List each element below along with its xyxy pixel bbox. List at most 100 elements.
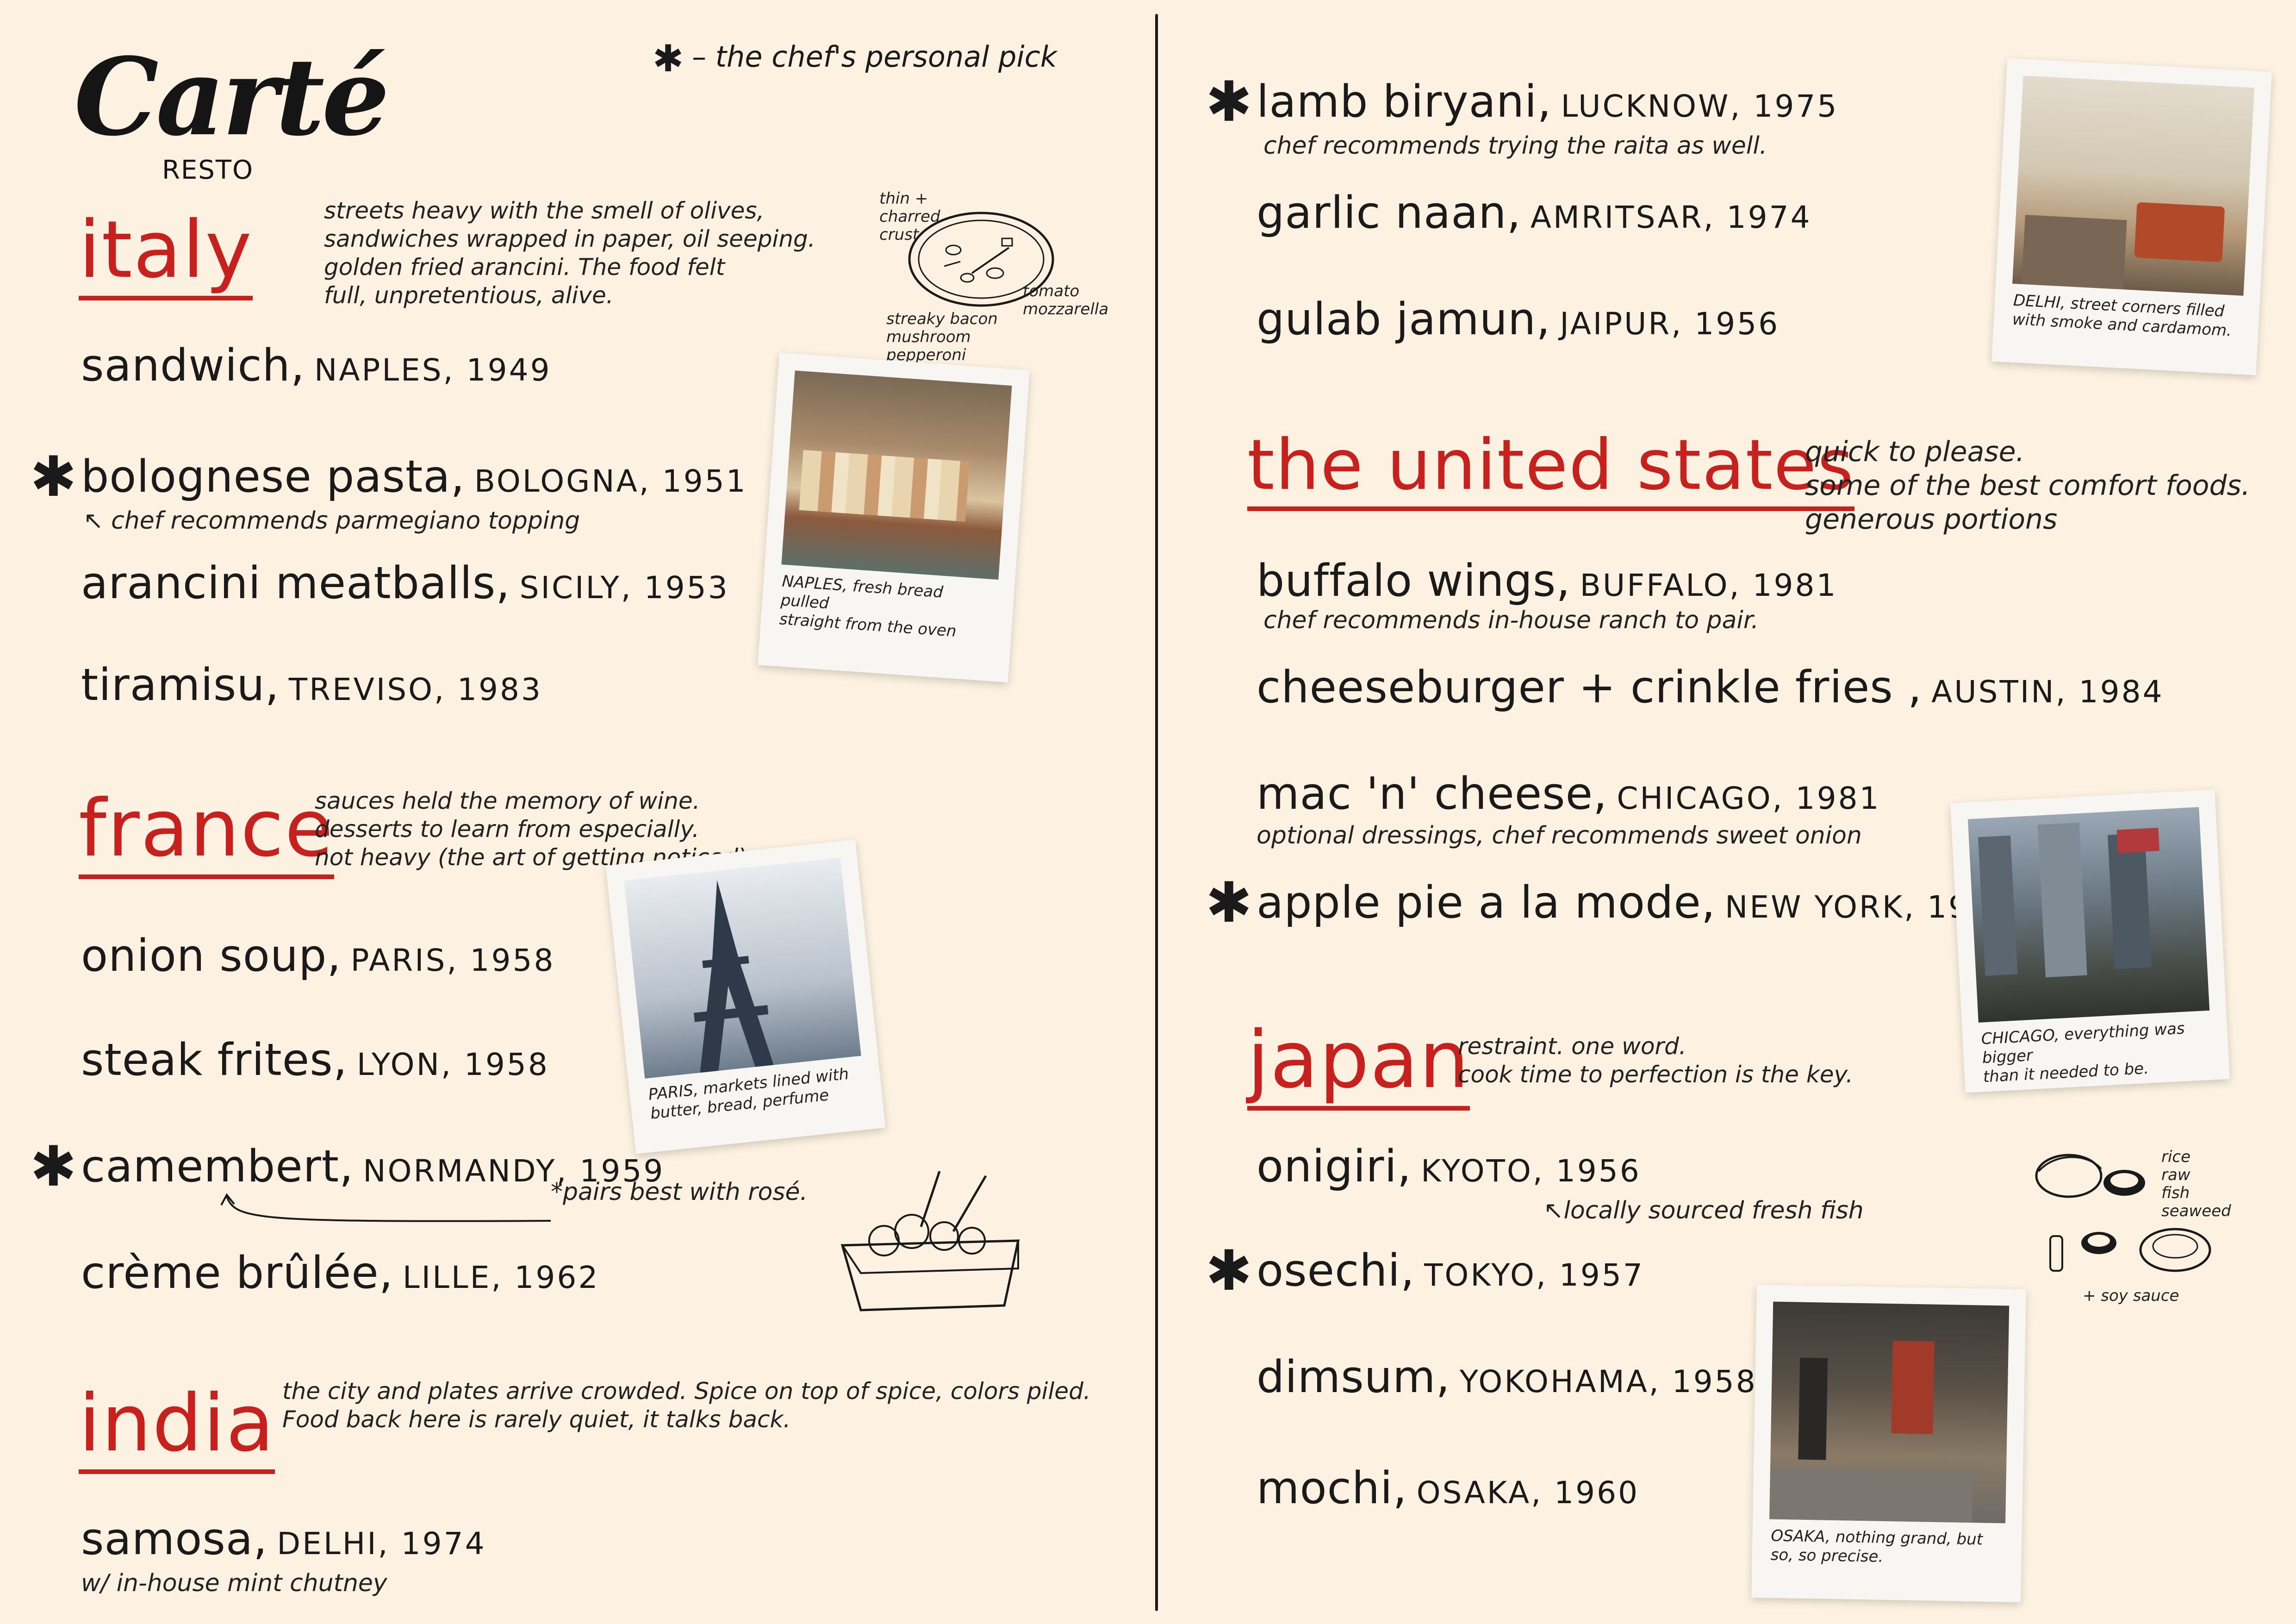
dish-name: gulab jamun,	[1257, 294, 1551, 345]
dish-name: garlic naan,	[1257, 187, 1521, 238]
page-divider	[1155, 14, 1158, 1611]
section-title-japan: japan	[1247, 1021, 1470, 1111]
dish-name: osechi,	[1257, 1245, 1415, 1296]
dish-item: steak frites, LYON, 1958	[81, 1035, 549, 1086]
dish-name: dimsum,	[1257, 1352, 1450, 1403]
dish-origin: YOKOHAMA, 1958	[1459, 1364, 1757, 1399]
legend-text: – the chef's personal pick	[692, 40, 1057, 74]
sushi-label-sauce: + soy sauce	[2083, 1287, 2179, 1305]
dish-origin: TREVISO, 1983	[288, 672, 543, 707]
dish-name: steak frites,	[81, 1035, 348, 1086]
asterisk-icon: ✱	[30, 445, 77, 509]
dish-origin: PARIS, 1958	[350, 943, 555, 978]
dish-name: samosa,	[81, 1514, 268, 1565]
dish-item: ✱ bolognese pasta, BOLOGNA, 1951	[30, 450, 747, 505]
dish-origin: AUSTIN, 1984	[1931, 674, 2164, 710]
dish-name: apple pie a la mode,	[1257, 877, 1716, 928]
menu-page: Carté RESTO ✱ – the chef's personal pick …	[0, 0, 2296, 1624]
dish-origin: LILLE, 1962	[402, 1260, 600, 1295]
polaroid-naples: NAPLES, fresh bread pulled straight from…	[758, 352, 1030, 683]
dish-item: gulab jamun, JAIPUR, 1956	[1257, 294, 1780, 345]
dish-origin: DELHI, 1974	[277, 1526, 486, 1562]
section-note-india: the city and plates arrive crowded. Spic…	[282, 1378, 1091, 1433]
dish-origin: TOKYO, 1957	[1424, 1257, 1644, 1293]
section-title-india: india	[79, 1384, 275, 1474]
legend: ✱ – the chef's personal pick	[653, 37, 1057, 80]
dish-name: mochi,	[1257, 1463, 1407, 1514]
dish-name: tiramisu,	[81, 660, 280, 711]
dish-note: optional dressings, chef recommends swee…	[1257, 822, 1862, 849]
dish-item: ✱ osechi, TOKYO, 1957	[1206, 1243, 1644, 1299]
fries-sketch-icon	[840, 1171, 1020, 1312]
arrow-icon	[220, 1193, 551, 1222]
dish-item: tiramisu, TREVISO, 1983	[81, 660, 542, 711]
asterisk-icon: ✱	[1206, 70, 1252, 134]
section-title-italy: italy	[79, 211, 253, 300]
dish-note: chef recommends in-house ranch to pair.	[1263, 606, 1759, 634]
polaroid-osaka: OSAKA, nothing grand, but so, so precise…	[1751, 1284, 2026, 1603]
polaroid-caption: OSAKA, nothing grand, but so, so precise…	[1770, 1526, 1983, 1566]
polaroid-caption: CHICAGO, everything was bigger than it n…	[1980, 1019, 2185, 1087]
dish-origin: LYON, 1958	[356, 1047, 549, 1082]
brand-logo: Carté	[74, 35, 390, 160]
polaroid-paris: PARIS, markets lined with butter, bread,…	[605, 839, 886, 1154]
dish-item: crème brûlée, LILLE, 1962	[81, 1248, 599, 1299]
dish-origin: AMRITSAR, 1974	[1530, 200, 1812, 235]
dish-note: w/ in-house mint chutney	[81, 1569, 387, 1597]
dish-origin: OSAKA, 1960	[1416, 1475, 1640, 1511]
pizza-label-toppings: streaky bacon mushroom pepperoni	[886, 310, 998, 365]
dish-origin: NAPLES, 1949	[314, 352, 552, 388]
polaroid-chicago: CHICAGO, everything was bigger than it n…	[1950, 789, 2230, 1093]
dish-item: sandwich, NAPLES, 1949	[81, 340, 552, 391]
dish-name: mac 'n' cheese,	[1257, 768, 1608, 819]
dish-name: onion soup,	[81, 931, 342, 981]
dish-item: cheeseburger + crinkle fries , AUSTIN, 19…	[1257, 662, 2164, 713]
dish-name: sandwich,	[81, 340, 305, 391]
photo-chicago	[1967, 807, 2210, 1023]
asterisk-icon: ✱	[1206, 1239, 1252, 1303]
dish-note: ↖ chef recommends parmegiano topping	[83, 507, 580, 535]
dish-origin: BUFFALO, 1981	[1580, 568, 1838, 603]
dish-item: onigiri, KYOTO, 1956	[1257, 1141, 1641, 1192]
section-note-japan: restraint. one word. cook time to perfec…	[1458, 1033, 1854, 1088]
polaroid-delhi: DELHI, street corners filled with smoke …	[1991, 58, 2272, 375]
photo-paris	[624, 857, 861, 1079]
dish-item: ✱ apple pie a la mode, NEW YORK, 1981	[1206, 875, 2012, 931]
dish-note: chef recommends trying the raita as well…	[1263, 132, 1767, 160]
dish-item: mac 'n' cheese, CHICAGO, 1981	[1257, 768, 1881, 819]
dish-name: arancini meatballs,	[81, 558, 510, 609]
photo-delhi	[2012, 75, 2254, 296]
asterisk-icon: ✱	[1206, 871, 1252, 935]
photo-naples	[781, 370, 1012, 580]
dish-item: dimsum, YOKOHAMA, 1958	[1257, 1352, 1757, 1403]
dish-origin: CHICAGO, 1981	[1617, 781, 1881, 816]
dish-name: onigiri,	[1257, 1141, 1412, 1192]
dish-name: camembert,	[81, 1141, 354, 1192]
dish-item: garlic naan, AMRITSAR, 1974	[1257, 187, 1812, 238]
dish-origin: KYOTO, 1956	[1421, 1153, 1641, 1189]
dish-name: lamb biryani,	[1257, 76, 1552, 127]
section-note-italy: streets heavy with the smell of olives, …	[324, 197, 815, 309]
brand-subtitle: RESTO	[162, 155, 254, 185]
dish-origin: JAIPUR, 1956	[1560, 306, 1780, 342]
dish-name: buffalo wings,	[1257, 556, 1571, 606]
section-title-france: france	[79, 789, 334, 879]
asterisk-icon: ✱	[653, 37, 684, 80]
dish-note: ↖locally sourced fresh fish	[1543, 1197, 1864, 1224]
dish-item: buffalo wings, BUFFALO, 1981	[1257, 556, 1838, 606]
pizza-label-crust: thin + charred crust	[879, 189, 940, 244]
photo-osaka	[1769, 1301, 2010, 1524]
section-title-usa: the united states	[1247, 431, 1854, 511]
dish-name: crème brûlée,	[81, 1248, 393, 1299]
asterisk-icon: ✱	[30, 1135, 77, 1199]
dish-item: ✱ lamb biryani, LUCKNOW, 1975	[1206, 75, 1839, 130]
dish-origin: BOLOGNA, 1951	[474, 463, 747, 499]
dish-origin: LUCKNOW, 1975	[1561, 88, 1839, 124]
sushi-label-items: rice raw fish seaweed	[2161, 1148, 2231, 1221]
section-note-usa: quick to please. some of the best comfor…	[1805, 436, 2250, 536]
dish-name: bolognese pasta,	[81, 451, 465, 502]
dish-item: arancini meatballs, SICILY, 1953	[81, 558, 729, 609]
pizza-label-cheese: tomato mozzarella	[1023, 282, 1109, 319]
dish-item: samosa, DELHI, 1974	[81, 1514, 486, 1565]
dish-item: onion soup, PARIS, 1958	[81, 931, 555, 981]
